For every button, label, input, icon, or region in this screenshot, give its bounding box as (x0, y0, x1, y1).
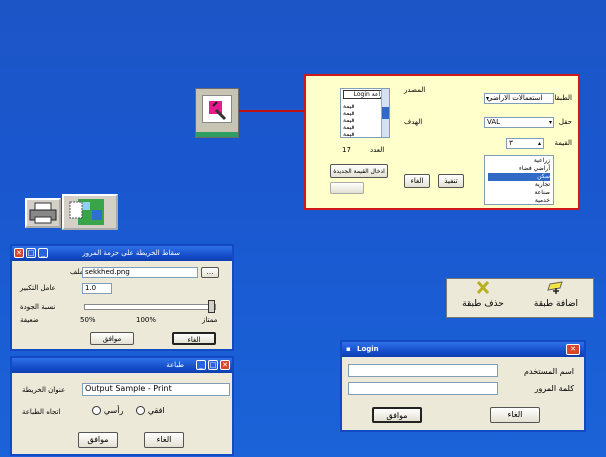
username-label: اسم المستخدم (524, 367, 574, 376)
quality-label: نسبة الجودة (20, 303, 56, 311)
count-label: العدد (370, 146, 385, 154)
file-field[interactable]: sekkhed.png (82, 267, 198, 278)
password-label: كلمة المرور (534, 384, 574, 393)
dialog-title: طباعة (166, 361, 184, 369)
vertical-radio[interactable]: رأسي (92, 406, 123, 416)
enter-value-button[interactable]: ادخال القيمة الجديدة (330, 164, 388, 178)
login-dialog: ▪ Login ✕ اسم المستخدم كلمة المرور موافق… (340, 340, 586, 432)
map-title-label: عنوان الخريطة (22, 386, 66, 394)
delete-layer-label: حذف طبقة (462, 299, 504, 309)
scale-label: عامل التكبير (20, 284, 56, 292)
field-select[interactable]: VAL ▾ (484, 117, 554, 128)
list-item[interactable]: صناعة (488, 189, 550, 197)
close-icon[interactable]: ✕ (14, 248, 24, 258)
add-layer-label: اضافة طبقة (533, 299, 579, 309)
settings-dialog: سقاط الخريطة على حزمة المرور ✕ □ _ ملف s… (10, 244, 234, 351)
list-item[interactable]: زراعية (488, 157, 550, 165)
layers-select[interactable]: استعمالات الاراضي ▾ (484, 93, 554, 104)
delete-layer-icon (476, 280, 490, 295)
chevron-up-icon: ▴ (537, 140, 541, 147)
dialog-title: سقاط الخريطة على حزمة المرور (82, 249, 180, 257)
chevron-down-icon: ▾ (486, 95, 490, 102)
delete-layer-button[interactable]: حذف طبقة (448, 280, 518, 316)
orientation-label: اتجاه الطباعة (22, 408, 61, 416)
app-icon: ▪ (346, 345, 351, 353)
cancel-button[interactable]: الغاء (404, 174, 430, 188)
map-title-field[interactable]: Output Sample - Print (82, 383, 230, 396)
minimize-icon[interactable]: _ (196, 360, 206, 370)
chevron-down-icon: ▾ (548, 119, 552, 126)
tool-icon[interactable] (195, 88, 239, 138)
scrollbar[interactable] (381, 89, 389, 137)
close-icon[interactable]: ✕ (220, 360, 230, 370)
source-list[interactable]: Login زراعة قيمة قيمة قيمة قيمة قيمة (340, 88, 390, 138)
password-field[interactable] (348, 382, 498, 395)
ok-button[interactable]: موافق (90, 332, 134, 345)
dialog-title: Login (356, 345, 379, 353)
scale-field[interactable]: 1.0 (82, 283, 112, 294)
source-label: المصدر (404, 86, 426, 94)
target-label: الهدف (404, 118, 423, 126)
list-item[interactable]: خدمية (488, 197, 550, 205)
execute-button[interactable]: تنفيذ (438, 174, 464, 188)
map-icon (69, 199, 104, 225)
title-bar: ▪ Login ✕ (342, 342, 584, 357)
printer-icon (29, 202, 57, 224)
properties-panel: الطبقات حقل القيمة استعمالات الاراضي ▾ VA… (304, 74, 580, 210)
maximize-icon[interactable]: □ (26, 248, 36, 258)
cancel-button[interactable]: الغاء (144, 432, 184, 448)
high-label: ممتاز (202, 316, 218, 324)
minimize-icon[interactable]: _ (38, 248, 48, 258)
ok-button[interactable]: موافق (372, 407, 422, 423)
export-map-button[interactable] (62, 194, 118, 230)
count-value: 17 (342, 146, 351, 154)
list-item[interactable]: أراضي فضاء (488, 165, 550, 173)
print-dialog: طباعة ✕ □ _ عنوان الخريطة Output Sample … (10, 356, 234, 456)
browse-button[interactable]: … (201, 267, 219, 278)
value-select[interactable]: ٣ ▴ (506, 138, 544, 149)
low-label: ضعيفة (20, 316, 39, 324)
list-item[interactable]: سكن (488, 173, 550, 181)
connector-line (239, 110, 304, 112)
close-icon[interactable]: ✕ (566, 344, 580, 355)
print-button[interactable] (25, 198, 61, 228)
ok-button[interactable]: موافق (78, 432, 118, 448)
add-layer-button[interactable]: اضافة طبقة (520, 280, 592, 316)
quality-slider[interactable] (84, 304, 216, 310)
username-field[interactable] (348, 364, 498, 377)
cancel-button[interactable]: الغاء (172, 332, 216, 345)
disabled-button (330, 182, 364, 194)
cancel-button[interactable]: الغاء (490, 407, 540, 423)
list-item[interactable]: تجارية (488, 181, 550, 189)
slider-thumb[interactable] (208, 300, 215, 313)
mid-left-label: 50% (80, 316, 96, 324)
value-list[interactable]: زراعية أراضي فضاء سكن تجارية صناعة خدمية (484, 155, 554, 205)
value-label: القيمة (554, 139, 572, 147)
field-label: حقل (558, 118, 572, 126)
maximize-icon[interactable]: □ (208, 360, 218, 370)
title-bar: سقاط الخريطة على حزمة المرور ✕ □ _ (12, 246, 232, 261)
mid-right-label: 100% (136, 316, 157, 324)
horizontal-radio[interactable]: افقي (136, 406, 165, 416)
add-layer-icon (547, 281, 563, 294)
title-bar: طباعة ✕ □ _ (12, 358, 232, 373)
